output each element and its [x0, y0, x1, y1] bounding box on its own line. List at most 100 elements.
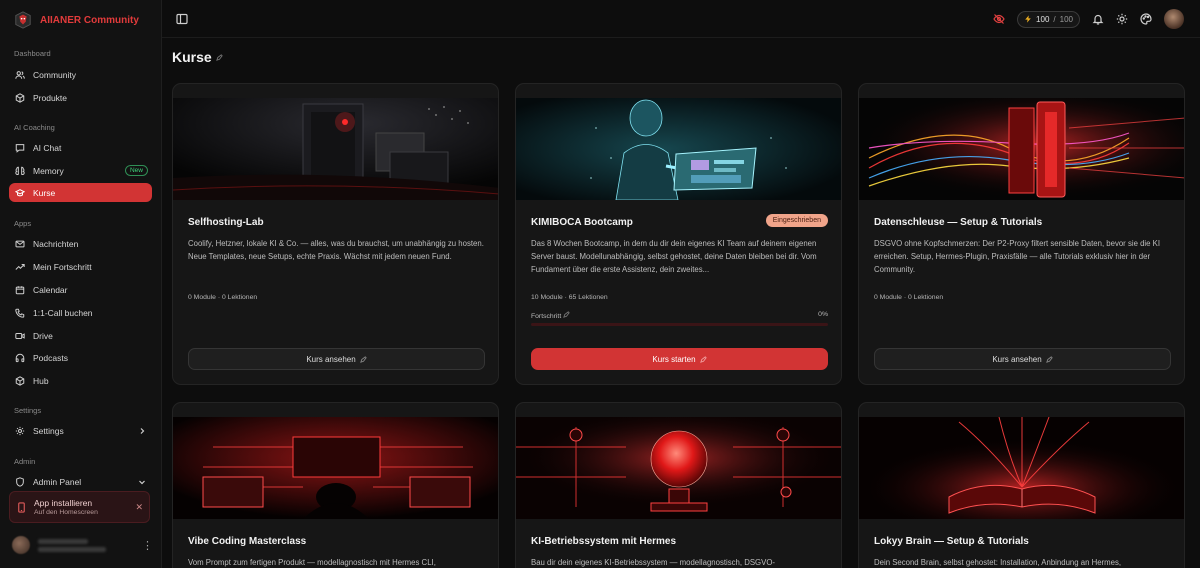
- chevron-right-icon: [140, 427, 145, 434]
- close-icon[interactable]: ✕: [135, 502, 143, 513]
- brand[interactable]: AIIANER Community: [14, 10, 139, 30]
- section-label-settings: Settings: [14, 406, 42, 415]
- bell-icon[interactable]: [1092, 13, 1104, 25]
- section-label-apps: Apps: [14, 219, 32, 228]
- sidebar-item-mein-fortschritt[interactable]: Mein Fortschritt: [9, 257, 152, 276]
- sidebar-item-label: 1:1-Call buchen: [33, 307, 93, 318]
- sidebar-item-ai-chat[interactable]: AI Chat: [9, 138, 152, 157]
- progress-label-text: Fortschritt: [531, 313, 562, 320]
- box-icon: [15, 92, 25, 103]
- pencil-icon[interactable]: [563, 311, 570, 318]
- sidebar-item-label: AI Chat: [33, 142, 62, 153]
- pencil-icon[interactable]: [215, 53, 223, 61]
- course-title: Vibe Coding Masterclass: [188, 536, 307, 547]
- users-icon: [15, 70, 25, 79]
- course-card[interactable]: Eingeschrieben KIMIBOCA Bootcamp Das 8 W…: [515, 83, 842, 385]
- sidebar-item-nachrichten[interactable]: Nachrichten: [9, 234, 152, 253]
- course-image-vibe-coding: [173, 417, 498, 519]
- course-image-server: [173, 98, 498, 200]
- palette-icon[interactable]: [1140, 13, 1152, 25]
- course-card[interactable]: Datenschleuse — Setup & Tutorials DSGVO …: [858, 83, 1185, 385]
- course-description: Dein Second Brain, selbst gehostet: Inst…: [874, 558, 1122, 567]
- credits-separator: /: [1053, 14, 1056, 24]
- course-meta: 0 Module · 0 Lektionen: [188, 294, 258, 301]
- view-course-button[interactable]: Kurs ansehen: [874, 348, 1171, 370]
- course-description: Das 8 Wochen Bootcamp, in dem du dir dei…: [531, 239, 817, 274]
- new-badge: New: [124, 165, 148, 176]
- course-image-data-stream: [859, 98, 1184, 200]
- sidebar-item-podcasts[interactable]: Podcasts: [9, 348, 152, 367]
- wolf-logo-icon: [15, 11, 31, 29]
- sidebar-item-label: Calendar: [33, 284, 68, 295]
- pencil-icon[interactable]: [1045, 355, 1053, 363]
- course-card[interactable]: Vibe Coding Masterclass Vom Prompt zum f…: [172, 402, 499, 568]
- sidebar-item-memory[interactable]: Memory New: [9, 161, 152, 180]
- pencil-icon[interactable]: [699, 355, 707, 363]
- avatar[interactable]: [1164, 9, 1184, 29]
- section-label-dashboard: Dashboard: [14, 49, 51, 58]
- sidebar-item-label: Produkte: [33, 92, 68, 103]
- course-meta: 10 Module · 65 Lektionen: [531, 294, 608, 301]
- user-name-blurred: [38, 536, 108, 555]
- course-card[interactable]: KI-Betriebssystem mit Hermes Bau dir dei…: [515, 402, 842, 568]
- sidebar-item-label: Settings: [33, 425, 64, 436]
- install-subtitle: Auf den Homescreen: [34, 509, 98, 516]
- sidebar-item-kurse[interactable]: Kurse: [9, 183, 152, 202]
- install-title: App installieren: [34, 498, 93, 508]
- topbar: 100 / 100: [162, 0, 1200, 38]
- page-title: Kurse: [172, 49, 223, 65]
- memory-icon: [15, 166, 25, 175]
- sidebar-item-label: Drive: [33, 330, 53, 341]
- smartphone-icon: [18, 501, 25, 513]
- course-card[interactable]: Selfhosting-Lab Coolify, Hetzner, lokale…: [172, 83, 499, 385]
- course-description: DSGVO ohne Kopfschmerzen: Der P2-Proxy f…: [874, 239, 1161, 274]
- install-text: App installieren Auf den Homescreen: [34, 498, 98, 516]
- sidebar-item-label: Kurse: [33, 187, 56, 198]
- install-app-banner[interactable]: App installieren Auf den Homescreen ✕: [9, 491, 150, 523]
- button-label: Kurs starten: [652, 354, 696, 364]
- gear-icon: [15, 426, 25, 435]
- course-image-brain-book: [859, 417, 1184, 519]
- mail-icon: [15, 240, 25, 247]
- sidebar-item-calendar[interactable]: Calendar: [9, 280, 152, 299]
- avatar: [12, 536, 30, 554]
- sidebar-item-label: Mein Fortschritt: [33, 261, 92, 272]
- progress-label: Fortschritt: [531, 311, 570, 320]
- sidebar-item-call-buchen[interactable]: 1:1-Call buchen: [9, 303, 152, 322]
- phone-icon: [15, 308, 25, 318]
- brand-name: AIIANER Community: [40, 14, 139, 26]
- sidebar-item-admin-panel[interactable]: Admin Panel: [9, 472, 152, 491]
- view-course-button[interactable]: Kurs ansehen: [188, 348, 485, 370]
- course-title: KI-Betriebssystem mit Hermes: [531, 536, 677, 547]
- course-title: Lokyy Brain — Setup & Tutorials: [874, 536, 1029, 547]
- credits-used: 100: [1036, 14, 1050, 24]
- sidebar-item-drive[interactable]: Drive: [9, 326, 152, 345]
- sidebar-item-label: Podcasts: [33, 352, 68, 363]
- sidebar-item-label: Community: [33, 69, 76, 80]
- button-label: Kurs ansehen: [992, 354, 1042, 364]
- sidebar-item-produkte[interactable]: Produkte: [9, 88, 152, 107]
- sidebar-item-label: Memory: [33, 165, 64, 176]
- credits-counter[interactable]: 100 / 100: [1017, 10, 1080, 28]
- chevron-down-icon: [139, 480, 145, 484]
- topbar-actions: 100 / 100: [993, 9, 1184, 29]
- sidebar-item-community[interactable]: Community: [9, 65, 152, 84]
- cube-icon: [15, 375, 25, 386]
- course-title: Datenschleuse — Setup & Tutorials: [874, 217, 1043, 228]
- start-course-button[interactable]: Kurs starten: [531, 348, 828, 370]
- sidebar-toggle-icon[interactable]: [176, 13, 188, 25]
- eye-off-icon[interactable]: [993, 13, 1005, 25]
- course-description: Coolify, Hetzner, lokale KI & Co. — alle…: [188, 239, 484, 261]
- sun-icon[interactable]: [1116, 13, 1128, 25]
- section-label-ai-coaching: AI Coaching: [14, 123, 55, 132]
- credits-total: 100: [1059, 14, 1073, 24]
- trending-up-icon: [15, 263, 25, 270]
- button-label: Kurs ansehen: [306, 354, 356, 364]
- more-options-icon[interactable]: ⋮: [142, 539, 153, 552]
- course-card[interactable]: Lokyy Brain — Setup & Tutorials Dein Sec…: [858, 402, 1185, 568]
- sidebar-item-hub[interactable]: Hub: [9, 371, 152, 390]
- sidebar-item-settings[interactable]: Settings: [9, 421, 152, 440]
- user-menu[interactable]: ⋮: [12, 533, 153, 557]
- calendar-icon: [15, 285, 25, 294]
- pencil-icon[interactable]: [359, 355, 367, 363]
